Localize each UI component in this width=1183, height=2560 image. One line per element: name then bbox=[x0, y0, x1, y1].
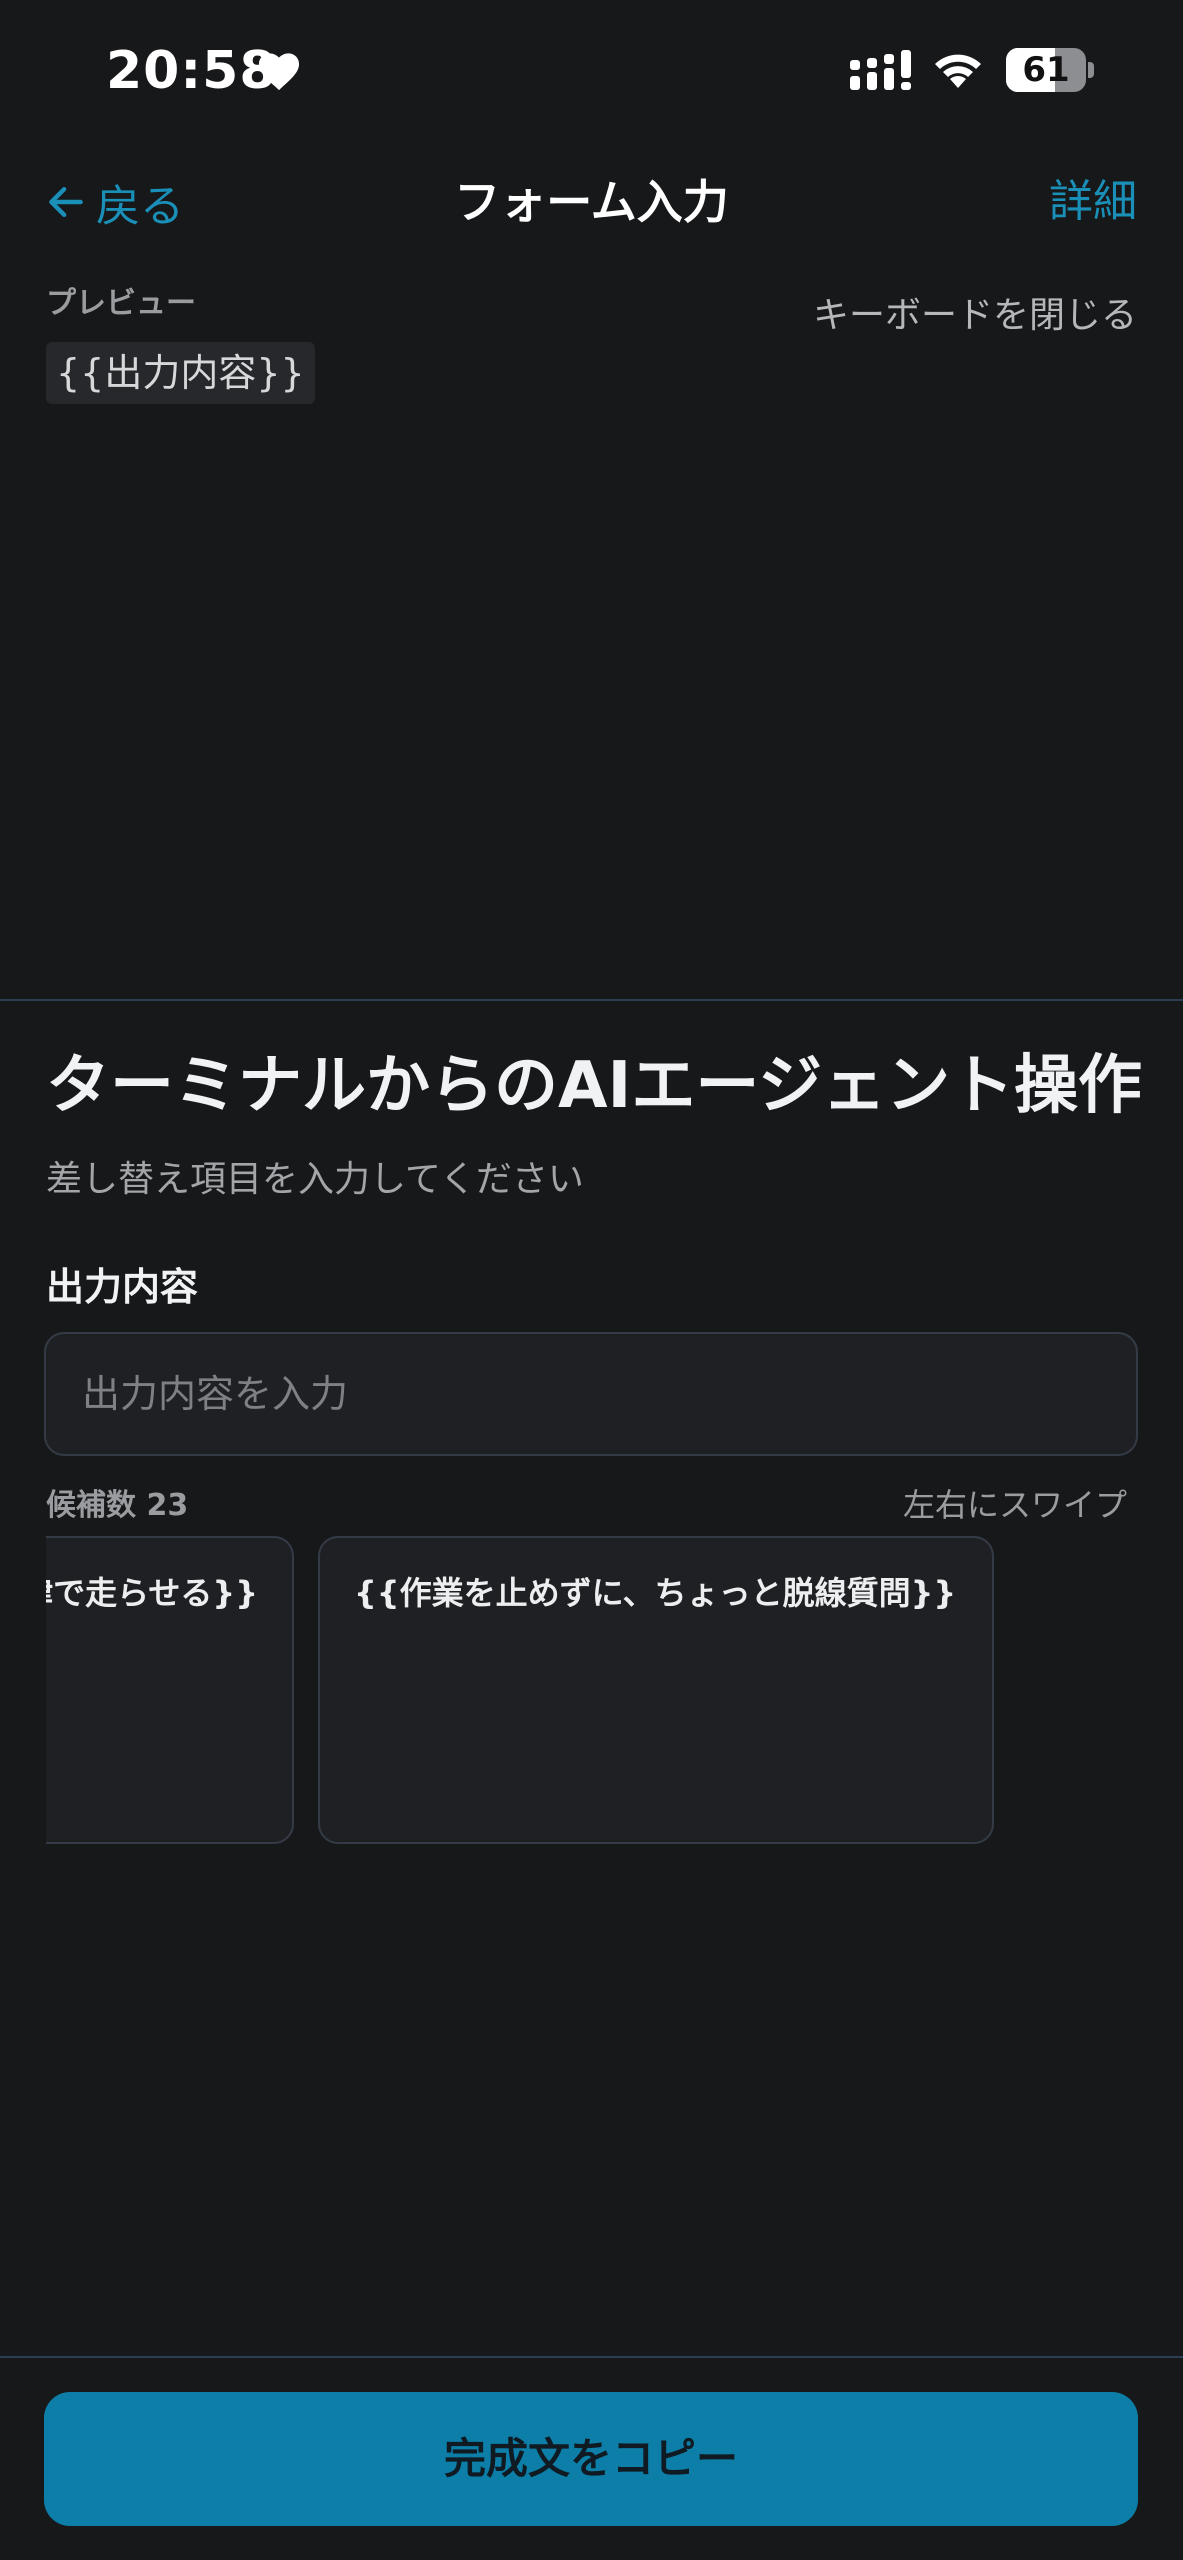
status-time: 20:58 bbox=[106, 41, 277, 101]
preview-label: プレビュー bbox=[46, 286, 196, 321]
battery-tip bbox=[1088, 62, 1094, 78]
candidate-card-text: 律で走らせる}} bbox=[46, 1574, 258, 1612]
battery-level: 61 bbox=[1022, 50, 1070, 90]
signal-icon bbox=[850, 50, 911, 90]
copy-completed-text-button[interactable]: 完成文をコピー bbox=[44, 2392, 1138, 2526]
divider bbox=[0, 999, 1183, 1001]
page-title: フォーム入力 bbox=[454, 175, 729, 229]
candidate-card[interactable]: 律で走らせる}} bbox=[46, 1536, 294, 1844]
form-subtitle: 差し替え項目を入力してください bbox=[46, 1159, 584, 1200]
battery-icon: 61 bbox=[1006, 48, 1086, 92]
candidate-card-text: {{作業を止めずに、ちょっと脱線質問}} bbox=[354, 1574, 957, 1612]
heart-icon bbox=[258, 53, 300, 91]
output-field-input[interactable] bbox=[44, 1332, 1138, 1456]
swipe-hint: 左右にスワイプ bbox=[902, 1486, 1127, 1524]
candidate-card[interactable]: {{作業を止めずに、ちょっと脱線質問}} bbox=[318, 1536, 994, 1844]
candidate-carousel[interactable]: 律で走らせる}} {{作業を止めずに、ちょっと脱線質問}} bbox=[46, 1536, 1183, 1846]
dismiss-keyboard-button[interactable]: キーボードを閉じる bbox=[813, 286, 1137, 338]
detail-button[interactable]: 詳細 bbox=[1049, 172, 1137, 232]
candidates-count: 候補数 23 bbox=[46, 1488, 189, 1523]
form-title: ターミナルからのAIエージェント操作 bbox=[46, 1049, 1143, 1123]
form-input-screen: 20:58 61 戻る フォーム入力 詳細 プレビュー キーボードを閉じる {{… bbox=[0, 0, 1183, 2560]
output-field-label: 出力内容 bbox=[46, 1265, 199, 1309]
preview-content: {{出力内容}} bbox=[46, 342, 315, 404]
divider bbox=[0, 2356, 1183, 2358]
wifi-icon bbox=[935, 54, 981, 88]
